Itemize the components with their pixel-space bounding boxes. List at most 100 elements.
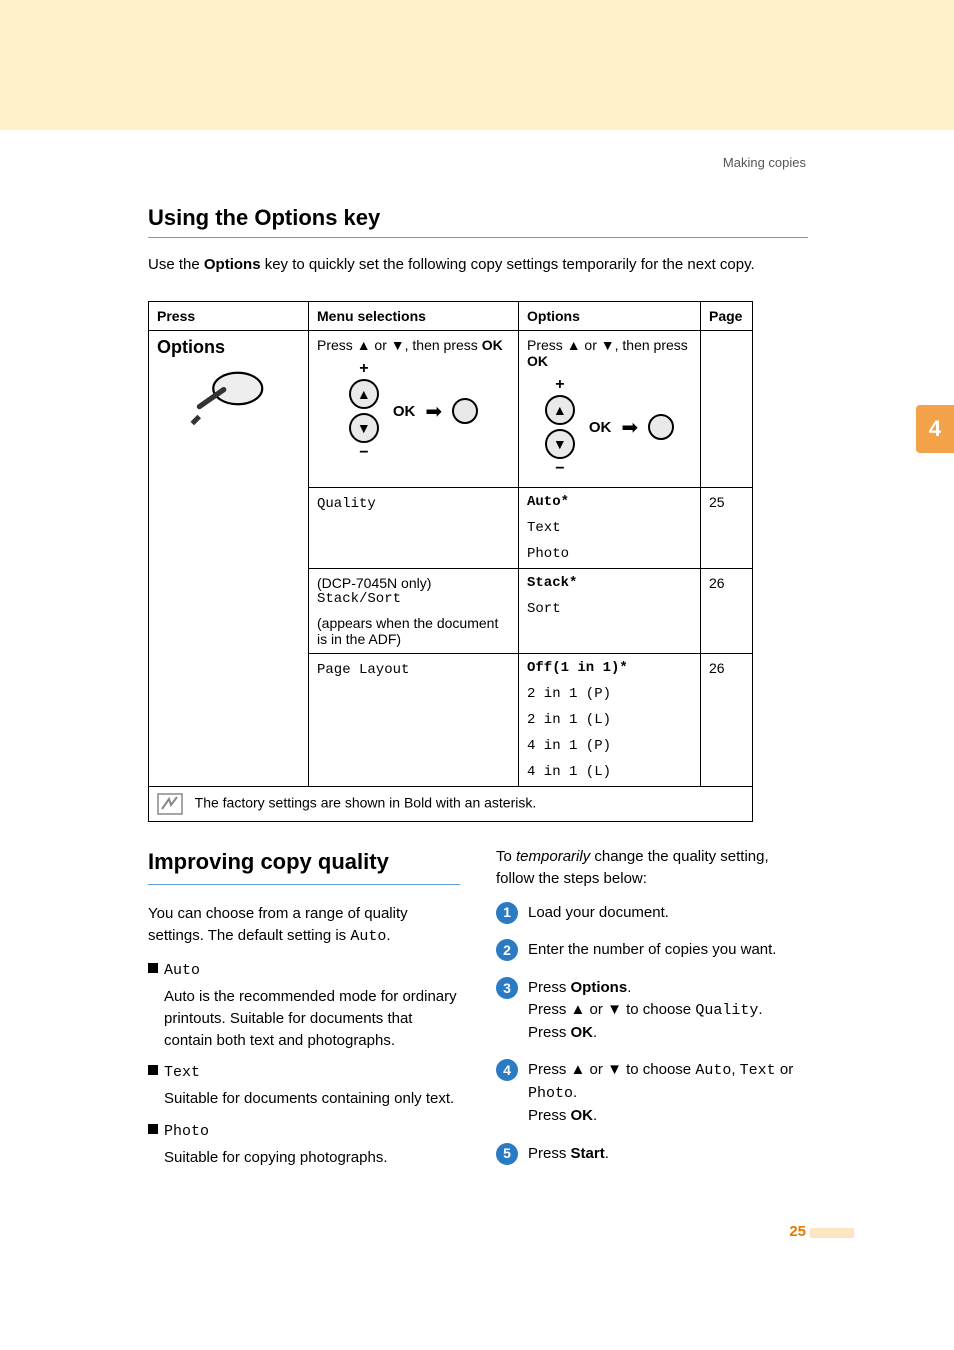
hint-up: ▲ xyxy=(357,337,371,353)
cell-page-empty xyxy=(701,331,753,488)
opt-sort: Sort xyxy=(527,601,692,617)
opt-off: Off(1 in 1)* xyxy=(527,660,692,676)
intro-post: key to quickly set the following copy se… xyxy=(261,256,755,273)
s4c: or xyxy=(585,1061,607,1078)
s3b: Options xyxy=(571,979,628,996)
section-improving-copy-quality: Improving copy quality xyxy=(148,846,460,885)
breadcrumb: Making copies xyxy=(723,155,806,170)
two-column-section: Improving copy quality You can choose fr… xyxy=(148,846,808,1180)
q-intro-mono: Auto xyxy=(350,928,386,945)
opt-text: Text xyxy=(527,520,692,536)
s3d: Press xyxy=(528,1001,571,1018)
hint-down: ▼ xyxy=(391,337,405,353)
step2-text: Enter the number of copies you want. xyxy=(528,941,776,958)
step-4: 4 Press ▲ or ▼ to choose Auto, Text or P… xyxy=(496,1059,808,1126)
nav-diagram-options: + ▲ ▼ − OK ➡ xyxy=(527,377,692,477)
plus-icon-2: + xyxy=(555,377,564,393)
item-photo-desc: Suitable for copying photographs. xyxy=(164,1147,460,1169)
bullet-icon xyxy=(148,963,158,973)
opt-auto: Auto* xyxy=(527,494,692,510)
bullet-icon xyxy=(148,1124,158,1134)
arrow-right-icon-2: ➡ xyxy=(621,415,638,440)
s4k: . xyxy=(573,1084,577,1101)
th-press: Press xyxy=(149,302,309,331)
steps-list: 1Load your document. 2 Enter the number o… xyxy=(496,902,808,1165)
cell-quality-opts: Auto* Text Photo xyxy=(519,488,701,569)
s5a: Press xyxy=(528,1145,571,1162)
s4n: . xyxy=(593,1107,597,1124)
down-button-icon: ▼ xyxy=(349,413,379,443)
item-auto-desc: Auto is the recommended mode for ordinar… xyxy=(164,986,460,1051)
nav-diagram-menu: + ▲ ▼ − OK ➡ xyxy=(317,361,510,461)
step-1: 1Load your document. xyxy=(496,902,808,924)
ok-group: OK ➡ xyxy=(393,398,478,424)
list-item: Auto Auto is the recommended mode for or… xyxy=(148,959,460,1051)
intro-text: Use the Options key to quickly set the f… xyxy=(148,256,808,273)
step-5: 5 Press Start. xyxy=(496,1143,808,1165)
cell-quality-menu: Quality xyxy=(309,488,519,569)
ok-button-icon-2 xyxy=(648,414,674,440)
cell-layout-menu: Page Layout xyxy=(309,654,519,787)
options-key-label: Options xyxy=(157,337,300,358)
step-number-icon: 2 xyxy=(496,939,518,961)
intro-pre: Use the xyxy=(148,256,204,273)
s3i: Quality xyxy=(695,1002,758,1019)
cell-layout-page: 26 xyxy=(701,654,753,787)
chapter-tab: 4 xyxy=(916,405,954,453)
options-key-icon xyxy=(184,364,274,434)
q-intro-post: . xyxy=(386,927,390,944)
s3j: . xyxy=(758,1001,762,1018)
section-using-options-key: Using the Options key xyxy=(148,205,808,238)
opt-photo: Photo xyxy=(527,546,692,562)
cell-quality-page: 25 xyxy=(701,488,753,569)
th-options: Options xyxy=(519,302,701,331)
opt-stack: Stack* xyxy=(527,575,692,591)
s3f: or xyxy=(585,1001,607,1018)
cell-options-hint: Press ▲ or ▼, then press OK + ▲ ▼ − OK ➡ xyxy=(519,331,701,488)
item-auto-name: Auto xyxy=(164,962,200,979)
footnote-text: The factory settings are shown in Bold w… xyxy=(195,795,537,811)
cell-stack-menu: (DCP-7045N only) Stack/Sort (appears whe… xyxy=(309,569,519,654)
bullet-icon xyxy=(148,1065,158,1075)
step-number-icon: 5 xyxy=(496,1143,518,1165)
stack-sub: (appears when the document is in the ADF… xyxy=(317,615,510,647)
s4b: ▲ xyxy=(571,1061,586,1078)
hint2-up: ▲ xyxy=(567,337,581,353)
ok-label: OK xyxy=(393,403,416,420)
ok-group-2: OK ➡ xyxy=(589,414,674,440)
s4g: , xyxy=(731,1061,739,1078)
cell-layout-opts: Off(1 in 1)* 2 in 1 (P) 2 in 1 (L) 4 in … xyxy=(519,654,701,787)
cell-footnote: The factory settings are shown in Bold w… xyxy=(149,787,753,822)
th-page: Page xyxy=(701,302,753,331)
s3l: OK xyxy=(571,1024,594,1041)
quality-intro: You can choose from a range of quality s… xyxy=(148,903,460,948)
hint-post: , then press xyxy=(405,337,482,353)
right-column: To temporarily change the quality settin… xyxy=(496,846,808,1180)
item-photo-name: Photo xyxy=(164,1123,209,1140)
s4h: Text xyxy=(740,1062,776,1079)
s4e: to choose xyxy=(622,1061,695,1078)
minus-icon: − xyxy=(359,445,368,461)
s4i: or xyxy=(776,1061,794,1078)
cell-menu-hint: Press ▲ or ▼, then press OK + ▲ ▼ − OK ➡ xyxy=(309,331,519,488)
stack-menu: Stack/Sort xyxy=(317,591,510,607)
s3m: . xyxy=(593,1024,597,1041)
plus-icon: + xyxy=(359,361,368,377)
s3c: . xyxy=(627,979,631,996)
hint-mid: or xyxy=(371,337,391,353)
s3k: Press xyxy=(528,1024,571,1041)
s5b: Start xyxy=(571,1145,605,1162)
s3g: ▼ xyxy=(607,1001,622,1018)
quality-options-list: Auto Auto is the recommended mode for or… xyxy=(148,959,460,1168)
item-text-desc: Suitable for documents containing only t… xyxy=(164,1088,460,1110)
nav-cluster-2: + ▲ ▼ − xyxy=(545,377,575,477)
s5c: . xyxy=(605,1145,609,1162)
step-number-icon: 4 xyxy=(496,1059,518,1081)
s3a: Press xyxy=(528,979,571,996)
cell-stack-page: 26 xyxy=(701,569,753,654)
th-menu: Menu selections xyxy=(309,302,519,331)
ok-button-icon xyxy=(452,398,478,424)
hint-ok: OK xyxy=(482,337,503,353)
opt-4l: 4 in 1 (L) xyxy=(527,764,692,780)
item-text-name: Text xyxy=(164,1064,200,1081)
